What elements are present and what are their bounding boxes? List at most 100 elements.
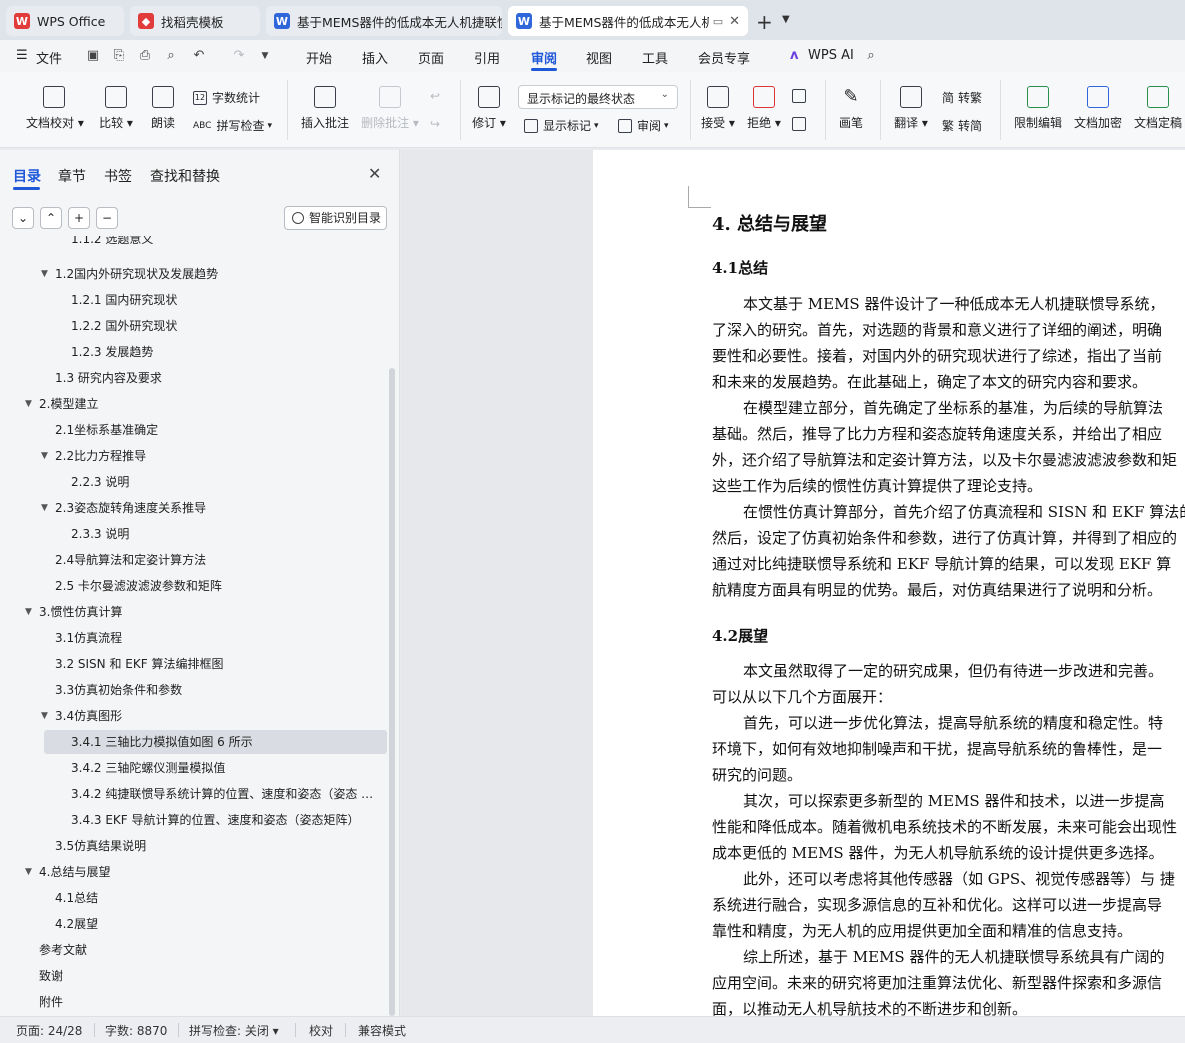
compare-button[interactable]: 比较 ▾ bbox=[96, 86, 136, 131]
toc-item[interactable]: 附件 bbox=[0, 990, 388, 1014]
markup-state-select[interactable]: 显示标记的最终状态 ⌄ bbox=[518, 85, 678, 109]
expand-up-icon[interactable]: ⌃ bbox=[40, 207, 62, 229]
print-icon[interactable]: ⎙ bbox=[138, 49, 152, 63]
previous-comment-icon[interactable]: ↩ bbox=[430, 89, 440, 103]
menu-membership[interactable]: 会员专享 bbox=[698, 48, 750, 67]
translate-button[interactable]: 翻译 ▾ bbox=[892, 86, 930, 131]
encrypt-button[interactable]: 文档加密 bbox=[1072, 86, 1124, 131]
toc-item[interactable]: ▼ 2.3姿态旋转角速度关系推导 bbox=[0, 496, 388, 520]
close-tab-icon[interactable]: ✕ bbox=[723, 14, 740, 29]
toc-item[interactable]: ▼ 3.惯性仿真计算 bbox=[0, 600, 388, 624]
tab-bookmarks[interactable]: 书签 bbox=[104, 166, 132, 186]
menu-wps-ai[interactable]: WPS AI bbox=[808, 48, 854, 63]
menu-home[interactable]: 开始 bbox=[306, 48, 332, 67]
word-count-button[interactable]: 12 字数统计 bbox=[193, 89, 260, 106]
add-heading-icon[interactable]: + bbox=[68, 207, 90, 229]
new-tab-icon[interactable]: + bbox=[756, 10, 773, 34]
pen-button[interactable]: ✎ 画笔 bbox=[835, 86, 867, 131]
word-count-indicator[interactable]: 字数: 8870 bbox=[105, 1022, 167, 1039]
search-icon[interactable]: ⌕ bbox=[864, 49, 878, 63]
to-traditional-button[interactable]: 简 转繁 bbox=[942, 89, 982, 106]
toc-item[interactable]: 2.2.3 说明 bbox=[0, 470, 388, 494]
document-page[interactable]: 4. 总结与展望 4.1总结 4.2展望 本文基于 MEMS 器件设计了一种低成… bbox=[593, 150, 1185, 1016]
hamburger-icon[interactable]: ☰ bbox=[16, 48, 28, 63]
menu-file[interactable]: 文件 bbox=[36, 48, 62, 67]
finalize-button[interactable]: 文档定稿 bbox=[1132, 86, 1184, 131]
toc-item[interactable]: 1.2.1 国内研究现状 bbox=[0, 288, 388, 312]
toc-item[interactable]: 参考文献 bbox=[0, 938, 388, 962]
toc-item[interactable]: 1.3 研究内容及要求 bbox=[0, 366, 388, 390]
tab-document-2[interactable]: W 基于MEMS器件的低成本无人机 ▭ ✕ bbox=[508, 6, 748, 36]
menu-page[interactable]: 页面 bbox=[418, 48, 444, 67]
spell-check-status[interactable]: 拼写检查: 关闭 ▾ bbox=[189, 1022, 279, 1039]
expand-chevron-icon[interactable]: ▼ bbox=[25, 600, 32, 624]
doc-check-button[interactable]: 文档校对 ▾ bbox=[26, 86, 84, 131]
read-aloud-button[interactable]: 朗读 bbox=[146, 86, 180, 131]
toc-item[interactable]: 4.1总结 bbox=[0, 886, 388, 910]
show-markup-button[interactable]: 显示标记 ▾ bbox=[524, 117, 599, 134]
expand-chevron-icon[interactable]: ▼ bbox=[41, 496, 48, 520]
toc-item[interactable]: 3.4.3 EKF 导航计算的位置、速度和姿态（姿态矩阵） bbox=[0, 808, 388, 832]
toc-item[interactable]: 3.4.2 三轴陀螺仪测量模拟值 bbox=[0, 756, 388, 780]
toc-scrollbar[interactable] bbox=[389, 368, 395, 1016]
menu-references[interactable]: 引用 bbox=[474, 48, 500, 67]
toc-item[interactable]: ▼ 2.2比力方程推导 bbox=[0, 444, 388, 468]
toc-item[interactable]: 2.3.3 说明 bbox=[0, 522, 388, 546]
expand-chevron-icon[interactable]: ▼ bbox=[41, 704, 48, 728]
delete-comment-button[interactable]: 删除批注 ▾ bbox=[360, 86, 420, 131]
toc-item[interactable]: 2.4导航算法和定姿计算方法 bbox=[0, 548, 388, 572]
tab-docer[interactable]: ◆ 找稻壳模板 bbox=[130, 6, 260, 36]
toc-item[interactable]: ▼ 2.模型建立 bbox=[0, 392, 388, 416]
toc-item[interactable]: 3.1仿真流程 bbox=[0, 626, 388, 650]
tab-chapters[interactable]: 章节 bbox=[58, 166, 86, 186]
reject-button[interactable]: 拒绝 ▾ bbox=[746, 86, 782, 131]
print-preview-icon[interactable]: ⌕ bbox=[164, 49, 178, 63]
remove-heading-icon[interactable]: − bbox=[96, 207, 118, 229]
toc-item[interactable]: 3.4.2 纯捷联惯导系统计算的位置、速度和姿态（姿态 … bbox=[0, 782, 388, 806]
tab-list-chevron-icon[interactable]: ▼ bbox=[782, 14, 790, 25]
expand-chevron-icon[interactable]: ▼ bbox=[25, 860, 32, 884]
toc-item[interactable]: ▼ 1.2国内外研究现状及发展趋势 bbox=[0, 262, 388, 286]
toc-item[interactable]: 1.2.2 国外研究现状 bbox=[0, 314, 388, 338]
export-icon[interactable]: ⎘ bbox=[112, 49, 126, 63]
toc-item[interactable]: 1.1.2 选题意义 bbox=[0, 236, 388, 260]
tab-document-1[interactable]: W 基于MEMS器件的低成本无人机捷联惯 bbox=[266, 6, 502, 36]
tab-find-replace[interactable]: 查找和替换 bbox=[150, 166, 220, 186]
toc-item[interactable]: 3.3仿真初始条件和参数 bbox=[0, 678, 388, 702]
track-changes-button[interactable]: 修订 ▾ bbox=[470, 86, 508, 131]
toc-item[interactable]: ▼ 3.4仿真图形 bbox=[0, 704, 388, 728]
spell-check-button[interactable]: ABC 拼写检查 ▾ bbox=[193, 117, 272, 134]
toc-item[interactable]: 致谢 bbox=[0, 964, 388, 988]
proofread-status[interactable]: 校对 bbox=[309, 1022, 333, 1039]
save-icon[interactable]: ▣ bbox=[86, 49, 100, 63]
toc-item[interactable]: 4.2展望 bbox=[0, 912, 388, 936]
undo-icon[interactable]: ↶ bbox=[192, 49, 206, 63]
expand-chevron-icon[interactable]: ▼ bbox=[41, 444, 48, 468]
to-simplified-button[interactable]: 繁 转简 bbox=[942, 117, 982, 134]
previous-change-icon[interactable] bbox=[792, 89, 811, 103]
next-comment-icon[interactable]: ↪ bbox=[430, 117, 440, 131]
close-icon[interactable]: ✕ bbox=[368, 164, 381, 183]
toc-item[interactable]: 2.5 卡尔曼滤波滤波参数和矩阵 bbox=[0, 574, 388, 598]
toc-item[interactable]: ▼ 4.总结与展望 bbox=[0, 860, 388, 884]
toc-item[interactable]: 2.1坐标系基准确定 bbox=[0, 418, 388, 442]
insert-comment-button[interactable]: 插入批注 bbox=[300, 86, 350, 131]
toc-item[interactable]: 3.4.1 三轴比力模拟值如图 6 所示 bbox=[44, 730, 387, 754]
smart-toc-button[interactable]: 智能识别目录 bbox=[284, 206, 387, 230]
next-change-icon[interactable] bbox=[792, 117, 811, 131]
menu-view[interactable]: 视图 bbox=[586, 48, 612, 67]
accept-button[interactable]: 接受 ▾ bbox=[700, 86, 736, 131]
menu-review[interactable]: 审阅 bbox=[531, 48, 557, 67]
quick-access-chevron-icon[interactable]: ▼ bbox=[258, 49, 272, 63]
toc-item[interactable]: 3.5仿真结果说明 bbox=[0, 834, 388, 858]
expand-chevron-icon[interactable]: ▼ bbox=[25, 392, 32, 416]
collapse-all-icon[interactable]: ⌄ bbox=[12, 207, 34, 229]
toc-item[interactable]: 3.2 SISN 和 EKF 算法编排框图 bbox=[0, 652, 388, 676]
menu-tools[interactable]: 工具 bbox=[642, 48, 668, 67]
tab-toc[interactable]: 目录 bbox=[13, 166, 41, 186]
restrict-edit-button[interactable]: 限制编辑 bbox=[1012, 86, 1064, 131]
toc-item[interactable]: 1.2.3 发展趋势 bbox=[0, 340, 388, 364]
expand-chevron-icon[interactable]: ▼ bbox=[41, 262, 48, 286]
menu-insert[interactable]: 插入 bbox=[362, 48, 388, 67]
redo-icon[interactable]: ↷ bbox=[232, 49, 246, 63]
